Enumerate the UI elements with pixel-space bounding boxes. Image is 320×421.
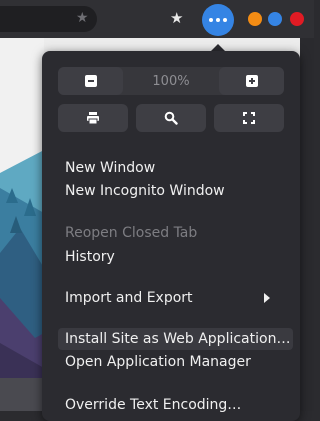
- print-icon: [87, 112, 99, 125]
- zoom-control: 100%: [58, 67, 284, 95]
- zoom-level[interactable]: 100%: [123, 74, 219, 89]
- main-menu-popover: 100% New Window New Incognito Window Reo…: [42, 51, 300, 421]
- maximize-button[interactable]: [268, 12, 282, 26]
- bookmark-star-icon[interactable]: ★: [170, 9, 183, 27]
- scrollbar-track[interactable]: [300, 38, 314, 411]
- star-icon[interactable]: ★: [76, 10, 89, 26]
- fullscreen-button[interactable]: [214, 104, 284, 132]
- search-icon: [164, 111, 178, 125]
- page-illustration: [0, 38, 44, 411]
- menu-item-new-incognito-window[interactable]: New Incognito Window: [58, 180, 293, 202]
- menu-item-reopen-closed-tab: Reopen Closed Tab: [65, 225, 198, 241]
- menu-item-override-text-encoding[interactable]: Override Text Encoding…: [58, 394, 293, 416]
- more-horizontal-icon: [209, 18, 227, 22]
- menu-item-history[interactable]: History: [58, 246, 293, 268]
- tool-buttons: [58, 104, 284, 132]
- menu-item-import-export[interactable]: Import and Export: [58, 287, 293, 309]
- print-button[interactable]: [58, 104, 128, 132]
- minimize-button[interactable]: [248, 12, 262, 26]
- fullscreen-icon: [243, 112, 255, 124]
- address-bar[interactable]: ★: [0, 6, 97, 32]
- find-button[interactable]: [136, 104, 206, 132]
- zoom-out-icon: [84, 75, 97, 87]
- menu-item-install-web-app[interactable]: Install Site as Web Application…: [58, 328, 293, 350]
- close-button[interactable]: [290, 12, 304, 26]
- zoom-in-icon: [245, 75, 258, 87]
- zoom-out-button[interactable]: [58, 67, 123, 95]
- submenu-arrow-icon: [264, 293, 270, 303]
- menu-item-open-app-manager[interactable]: Open Application Manager: [58, 351, 293, 373]
- menu-item-new-window[interactable]: New Window: [58, 157, 293, 179]
- zoom-in-button[interactable]: [219, 67, 284, 95]
- header-bar: ★ ★: [0, 0, 314, 38]
- main-menu-button[interactable]: [202, 4, 234, 36]
